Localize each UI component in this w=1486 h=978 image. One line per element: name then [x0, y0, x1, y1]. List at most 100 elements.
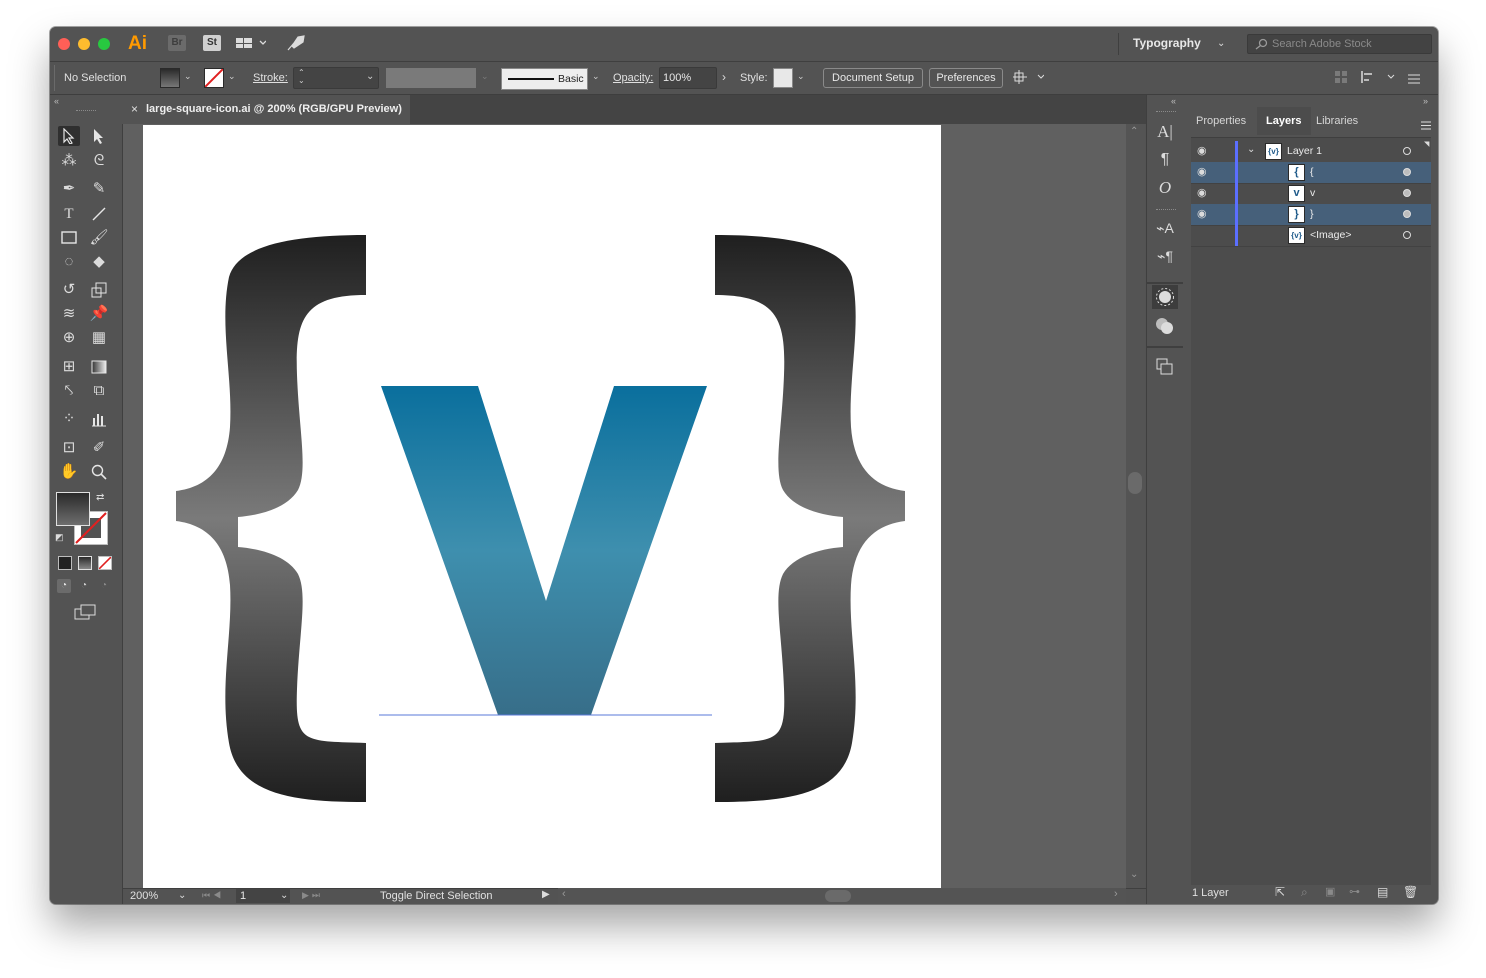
paintbrush-tool-icon[interactable]: 🖌	[88, 228, 110, 248]
appearance-panel-icon[interactable]	[1152, 285, 1178, 309]
target-circle-icon[interactable]	[1403, 147, 1411, 155]
scroll-up-icon[interactable]: ⌃	[1130, 126, 1138, 137]
opentype-panel-icon[interactable]: O	[1152, 177, 1178, 199]
layer-row[interactable]: ◉ ⌄ {v} Layer 1 ◥	[1191, 141, 1431, 163]
stock-button[interactable]: St	[203, 35, 221, 51]
close-tab-icon[interactable]: ×	[131, 102, 138, 116]
arrange-icon[interactable]	[1012, 69, 1045, 90]
visibility-eye-icon[interactable]: ◉	[1197, 186, 1209, 200]
collapse-icon[interactable]: «	[54, 96, 59, 106]
chevron-right-icon[interactable]: ›	[722, 70, 726, 84]
trash-icon[interactable]: 🗑	[1403, 885, 1418, 899]
grip-handle[interactable]	[76, 110, 96, 113]
horizontal-scroll-thumb[interactable]	[825, 890, 851, 902]
direct-selection-tool-icon[interactable]	[88, 126, 110, 146]
clipping-mask-icon[interactable]: ▣	[1325, 885, 1335, 898]
style-dropdown-icon[interactable]: ⌄	[797, 71, 807, 81]
document-tab[interactable]: × large-square-icon.ai @ 200% (RGB/GPU P…	[122, 95, 410, 124]
preferences-button[interactable]: Preferences	[929, 68, 1003, 88]
first-artboard-icon[interactable]: ⏮◀	[202, 890, 224, 901]
target-circle-icon[interactable]	[1403, 189, 1411, 197]
blend-tool-icon[interactable]: ⧉	[88, 381, 110, 401]
shape-builder-tool-icon[interactable]: ⊕	[58, 328, 80, 348]
width-tool-icon[interactable]: ≋	[58, 304, 80, 324]
gradient-mode-icon[interactable]	[78, 556, 92, 570]
type-tool-icon[interactable]: T	[58, 204, 80, 224]
lasso-tool-icon[interactable]: ᘓ	[88, 151, 110, 171]
visibility-eye-icon[interactable]: ◉	[1197, 144, 1209, 158]
paragraph-styles-icon[interactable]: ⌁¶	[1152, 245, 1178, 267]
zoom-dropdown-icon[interactable]: ⌄	[178, 890, 186, 901]
magic-wand-tool-icon[interactable]: ⁂	[58, 151, 80, 171]
close-window-button[interactable]	[58, 38, 70, 50]
tab-libraries[interactable]: Libraries	[1316, 115, 1358, 127]
panel-menu-icon[interactable]	[1421, 117, 1431, 135]
selection-tool-icon[interactable]	[58, 126, 80, 146]
color-mode-icon[interactable]	[58, 556, 72, 570]
sublayer-row[interactable]: ◉ } }	[1191, 204, 1431, 226]
sublayer-name[interactable]: <Image>	[1310, 229, 1351, 241]
v-letter-shape[interactable]	[381, 386, 707, 715]
artboards-panel-icon[interactable]	[1152, 355, 1178, 379]
search-stock-input[interactable]: Search Adobe Stock	[1247, 34, 1432, 54]
zoom-level[interactable]: 200%	[130, 890, 158, 902]
line-segment-tool-icon[interactable]	[88, 204, 110, 224]
zoom-tool-icon[interactable]	[88, 462, 110, 482]
visibility-eye-icon[interactable]: ◉	[1197, 207, 1209, 221]
right-brace-shape[interactable]	[715, 235, 905, 802]
grip-handle[interactable]	[54, 65, 55, 91]
scroll-right-icon[interactable]: ›	[1114, 888, 1118, 900]
swap-colors-icon[interactable]: ⇄	[96, 492, 104, 503]
graphic-style-swatch[interactable]	[773, 68, 793, 88]
rotate-tool-icon[interactable]: ↺	[58, 280, 80, 300]
fill-color-swatch-front[interactable]	[56, 492, 90, 526]
new-sublayer-icon[interactable]: ⊶	[1349, 885, 1360, 898]
draw-behind-icon[interactable]: ◔	[77, 579, 91, 593]
zoom-window-button[interactable]	[98, 38, 110, 50]
export-icon[interactable]: ⇱	[1275, 885, 1285, 899]
slice-tool-icon[interactable]: ✐	[88, 438, 110, 458]
character-panel-icon[interactable]: A|	[1152, 121, 1178, 143]
shaper-tool-icon[interactable]: ◌	[58, 252, 80, 272]
horizontal-scrollbar[interactable]: ‹ ›	[558, 888, 1126, 904]
tab-properties[interactable]: Properties	[1196, 115, 1246, 127]
scroll-thumb[interactable]	[1128, 472, 1142, 494]
target-circle-icon[interactable]	[1403, 168, 1411, 176]
panel-menu-icon[interactable]	[1408, 71, 1420, 89]
sublayer-row[interactable]: {v} <Image>	[1191, 225, 1431, 247]
sublayer-name[interactable]: }	[1310, 208, 1314, 220]
stroke-swatch[interactable]	[204, 68, 224, 88]
artboard-dropdown-icon[interactable]: ⌄	[280, 890, 288, 901]
paragraph-panel-icon[interactable]: ¶	[1152, 149, 1178, 171]
gpu-performance-icon[interactable]	[286, 34, 306, 57]
arrange-documents-icon[interactable]	[236, 36, 267, 55]
perspective-grid-tool-icon[interactable]: ▦	[88, 328, 110, 348]
expand-icon[interactable]: »	[1423, 96, 1428, 106]
artboard[interactable]	[143, 125, 941, 888]
default-colors-icon[interactable]: ◩	[55, 532, 64, 543]
target-circle-icon[interactable]	[1403, 210, 1411, 218]
stroke-label[interactable]: Stroke:	[253, 72, 288, 84]
brush-definition[interactable]: Basic	[501, 68, 588, 90]
document-setup-button[interactable]: Document Setup	[823, 68, 923, 88]
graphic-styles-icon[interactable]	[1152, 314, 1178, 338]
last-artboard-icon[interactable]: ▶⏭	[302, 890, 323, 901]
puppet-warp-tool-icon[interactable]: 📌	[88, 304, 110, 324]
workspace-switcher[interactable]: Typography	[1133, 36, 1201, 50]
chevron-down-icon[interactable]: ⌄	[1247, 144, 1255, 155]
sublayer-name[interactable]: v	[1310, 187, 1315, 199]
draw-normal-icon[interactable]: ◔	[57, 579, 71, 593]
stroke-weight-field[interactable]: ⌃ ⌄ ⌄	[293, 67, 379, 89]
opacity-field[interactable]: 100%	[659, 67, 717, 89]
mesh-tool-icon[interactable]: ⊞	[58, 357, 80, 377]
artboard-tool-icon[interactable]: ⊡	[58, 438, 80, 458]
character-styles-icon[interactable]: ⌁A	[1152, 217, 1178, 239]
visibility-eye-icon[interactable]: ◉	[1197, 165, 1209, 179]
scroll-left-icon[interactable]: ‹	[562, 888, 566, 900]
collapse-icon[interactable]: «	[1171, 96, 1176, 106]
stroke-dropdown-icon[interactable]: ⌄	[228, 71, 238, 81]
vertical-scrollbar[interactable]: ⌃ ⌄	[1126, 124, 1145, 888]
locate-object-icon[interactable]: ⌕	[1301, 885, 1308, 900]
minimize-window-button[interactable]	[78, 38, 90, 50]
draw-inside-icon[interactable]: ◔	[97, 579, 111, 593]
